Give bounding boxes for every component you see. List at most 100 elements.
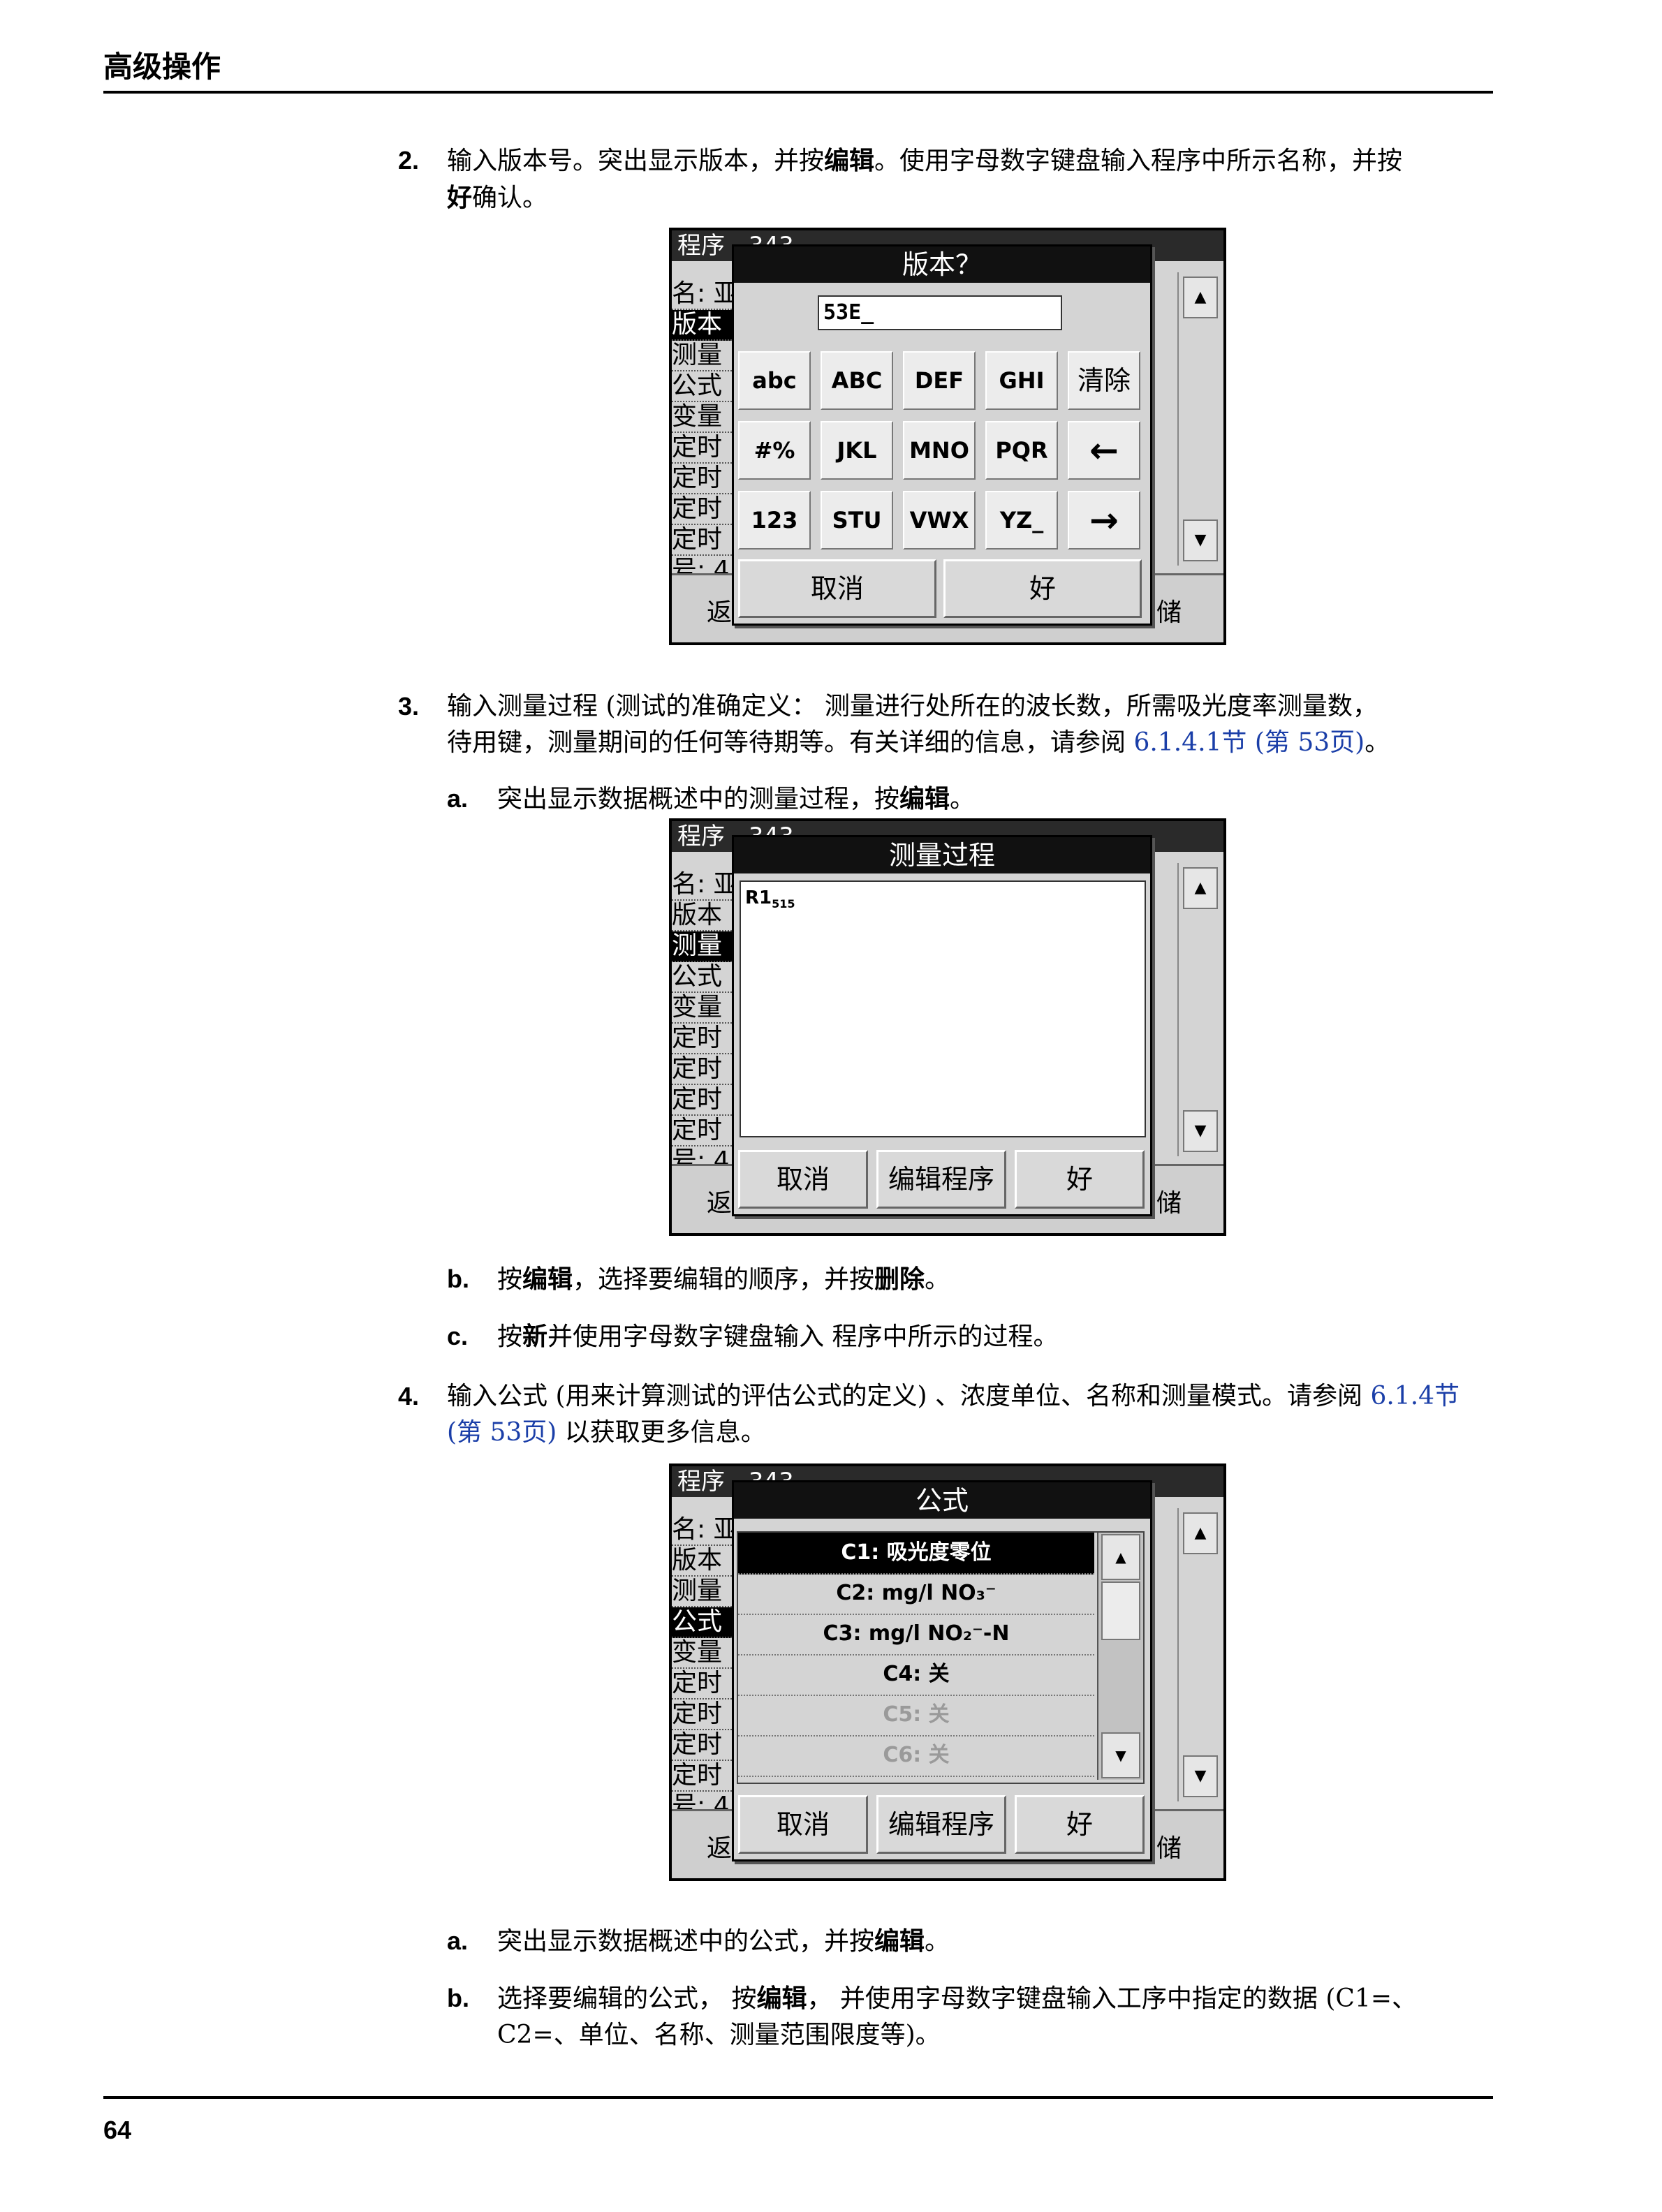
scroll-thumb[interactable] bbox=[1101, 1581, 1140, 1640]
step-3a-text: 突出显示数据概述中的测量过程，按编辑。 bbox=[497, 784, 976, 813]
bg-list-item: 定时 bbox=[672, 525, 735, 556]
scroll-down-icon[interactable]: ▼ bbox=[1183, 1110, 1218, 1152]
formula-scrollbar[interactable]: ▲ ▼ bbox=[1097, 1533, 1143, 1780]
key-ABC[interactable]: ABC bbox=[821, 351, 893, 410]
page-link[interactable]: (第 53页) bbox=[447, 1418, 557, 1447]
device-screen-measure: 程序 - 343 名: 亚 版本 测量 公式 变量 定时 定时 定时 定时 号:… bbox=[669, 818, 1226, 1236]
bg-data-list: 名: 亚 版本 测量 公式 变量 定时 定时 定时 定时 号: 4 bbox=[672, 279, 735, 587]
formula-row[interactable]: C1: 吸光度零位 bbox=[738, 1533, 1094, 1575]
formula-row[interactable]: C3: mg/l NO₂⁻-N bbox=[738, 1614, 1094, 1656]
step-4a-label: a. bbox=[447, 1926, 469, 1955]
scroll-up-icon[interactable]: ▲ bbox=[1183, 1512, 1218, 1554]
dialog-title: 版本？ bbox=[734, 246, 1150, 283]
bg-list-item: 定时 bbox=[672, 433, 735, 464]
section-link[interactable]: 6.1.4.1节 (第 53页) bbox=[1133, 728, 1365, 757]
key-PQR[interactable]: PQR bbox=[985, 421, 1058, 480]
bg-list-item: 变量 bbox=[672, 402, 735, 433]
bg-list-item: 版本 bbox=[672, 901, 735, 931]
step-3c-text: 按新并使用字母数字键盘输入 程序中所示的过程。 bbox=[497, 1322, 1059, 1351]
cancel-button[interactable]: 取消 bbox=[738, 559, 936, 618]
bg-store-button[interactable]: 储 bbox=[1156, 592, 1182, 628]
bg-list-item: 定时 bbox=[672, 464, 735, 494]
bg-back-button[interactable]: 返 bbox=[707, 592, 732, 628]
key-GHI[interactable]: GHI bbox=[985, 351, 1058, 410]
device-screen-version: 程序 - 343 名: 亚 版本 测量 公式 变量 定时 定时 定时 定时 号:… bbox=[669, 228, 1226, 645]
bg-list-item: 公式 bbox=[672, 962, 735, 993]
step-4b-label: b. bbox=[447, 1984, 469, 2012]
step-3b-label: b. bbox=[447, 1264, 469, 1293]
key-123[interactable]: 123 bbox=[738, 491, 811, 550]
header-rule bbox=[103, 91, 1493, 94]
clear-button[interactable]: 清除 bbox=[1068, 351, 1140, 410]
formula-row[interactable]: C6: 关 bbox=[738, 1735, 1094, 1777]
step-4a-text: 突出显示数据概述中的公式，并按编辑。 bbox=[497, 1926, 950, 1956]
version-dialog: 版本？ 53E_ abc ABC DEF GHI 清除 #% JKL MNO P… bbox=[732, 244, 1152, 626]
measure-procedure-box[interactable]: R1515 bbox=[740, 880, 1146, 1137]
bg-list-item: 定时 bbox=[672, 1116, 735, 1146]
bg-scrollbar[interactable]: ▲ ▼ bbox=[1177, 1508, 1221, 1801]
bg-list-item: 定时 bbox=[672, 494, 735, 525]
scroll-down-icon[interactable]: ▼ bbox=[1183, 519, 1218, 561]
key-JKL[interactable]: JKL bbox=[821, 421, 893, 480]
formula-row[interactable]: C4: 关 bbox=[738, 1654, 1094, 1696]
scroll-down-icon[interactable]: ▼ bbox=[1101, 1732, 1140, 1778]
dialog-title: 公式 bbox=[734, 1482, 1150, 1519]
dialog-title: 测量过程 bbox=[734, 837, 1150, 873]
page-number: 64 bbox=[103, 2116, 132, 2144]
bg-store-button[interactable]: 储 bbox=[1156, 1828, 1182, 1864]
bg-store-button[interactable]: 储 bbox=[1156, 1183, 1182, 1219]
ok-button[interactable]: 好 bbox=[1015, 1795, 1145, 1854]
step-3-number: 3. bbox=[398, 692, 420, 721]
bg-back-button[interactable]: 返 bbox=[707, 1828, 732, 1864]
bg-list-item: 版本 bbox=[672, 310, 735, 341]
scroll-down-icon[interactable]: ▼ bbox=[1183, 1755, 1218, 1797]
ok-button[interactable]: 好 bbox=[1015, 1150, 1145, 1209]
key-abc[interactable]: abc bbox=[738, 351, 811, 410]
key-YZ[interactable]: YZ_ bbox=[985, 491, 1058, 550]
edit-program-button[interactable]: 编辑程序 bbox=[876, 1795, 1006, 1854]
bg-list-item: 变量 bbox=[672, 993, 735, 1024]
step-4-number: 4. bbox=[398, 1382, 420, 1410]
bg-list-item: 名: 亚 bbox=[672, 870, 735, 901]
scroll-up-icon[interactable]: ▲ bbox=[1183, 276, 1218, 318]
key-DEF[interactable]: DEF bbox=[903, 351, 976, 410]
formula-row[interactable]: C5: 关 bbox=[738, 1695, 1094, 1737]
bg-data-list: 名: 亚 版本 测量 公式 变量 定时 定时 定时 定时 号: 4 bbox=[672, 1515, 735, 1822]
edit-program-button[interactable]: 编辑程序 bbox=[876, 1150, 1006, 1209]
formula-list: C1: 吸光度零位 C2: mg/l NO₃⁻ C3: mg/l NO₂⁻-N … bbox=[737, 1531, 1145, 1784]
page-header-title: 高级操作 bbox=[103, 50, 221, 84]
key-symbols[interactable]: #% bbox=[738, 421, 811, 480]
bg-list-item: 测量 bbox=[672, 341, 735, 371]
bg-list-item: 名: 亚 bbox=[672, 1515, 735, 1546]
ok-button[interactable]: 好 bbox=[943, 559, 1142, 618]
bg-list-item: 定时 bbox=[672, 1024, 735, 1054]
bg-scrollbar[interactable]: ▲ ▼ bbox=[1177, 272, 1221, 566]
footer-rule bbox=[103, 2096, 1493, 2099]
arrow-right-icon[interactable]: → bbox=[1068, 491, 1140, 550]
bg-list-item: 测量 bbox=[672, 931, 735, 962]
procedure-step[interactable]: R1515 bbox=[745, 887, 795, 910]
key-MNO[interactable]: MNO bbox=[903, 421, 976, 480]
key-VWX[interactable]: VWX bbox=[903, 491, 976, 550]
scroll-up-icon[interactable]: ▲ bbox=[1101, 1534, 1140, 1580]
cancel-button[interactable]: 取消 bbox=[738, 1150, 868, 1209]
cancel-button[interactable]: 取消 bbox=[738, 1795, 868, 1854]
scroll-up-icon[interactable]: ▲ bbox=[1183, 867, 1218, 909]
bg-list-item: 版本 bbox=[672, 1546, 735, 1577]
bg-back-button[interactable]: 返 bbox=[707, 1183, 732, 1219]
key-STU[interactable]: STU bbox=[821, 491, 893, 550]
bg-list-item: 测量 bbox=[672, 1577, 735, 1607]
bg-list-item: 变量 bbox=[672, 1638, 735, 1669]
section-link[interactable]: 6.1.4节 bbox=[1370, 1382, 1459, 1410]
step-3-text: 输入测量过程 (测试的准确定义： 测量进行处所在的波长数，所需吸光度率测量数， … bbox=[447, 692, 1390, 757]
version-input[interactable]: 53E_ bbox=[818, 295, 1062, 330]
step-3c-label: c. bbox=[447, 1322, 469, 1350]
step-2-number: 2. bbox=[398, 146, 420, 175]
bg-list-item: 定时 bbox=[672, 1085, 735, 1116]
formula-row[interactable]: C2: mg/l NO₃⁻ bbox=[738, 1573, 1094, 1615]
bg-list-item: 定时 bbox=[672, 1699, 735, 1730]
step-4b-text: 选择要编辑的公式， 按编辑， 并使用字母数字键盘输入工序中指定的数据 (C1=、… bbox=[497, 1984, 1418, 2049]
backspace-arrow-left-icon[interactable]: ← bbox=[1068, 421, 1140, 480]
measure-dialog: 测量过程 R1515 取消 编辑程序 好 bbox=[732, 835, 1152, 1216]
bg-scrollbar[interactable]: ▲ ▼ bbox=[1177, 863, 1221, 1156]
